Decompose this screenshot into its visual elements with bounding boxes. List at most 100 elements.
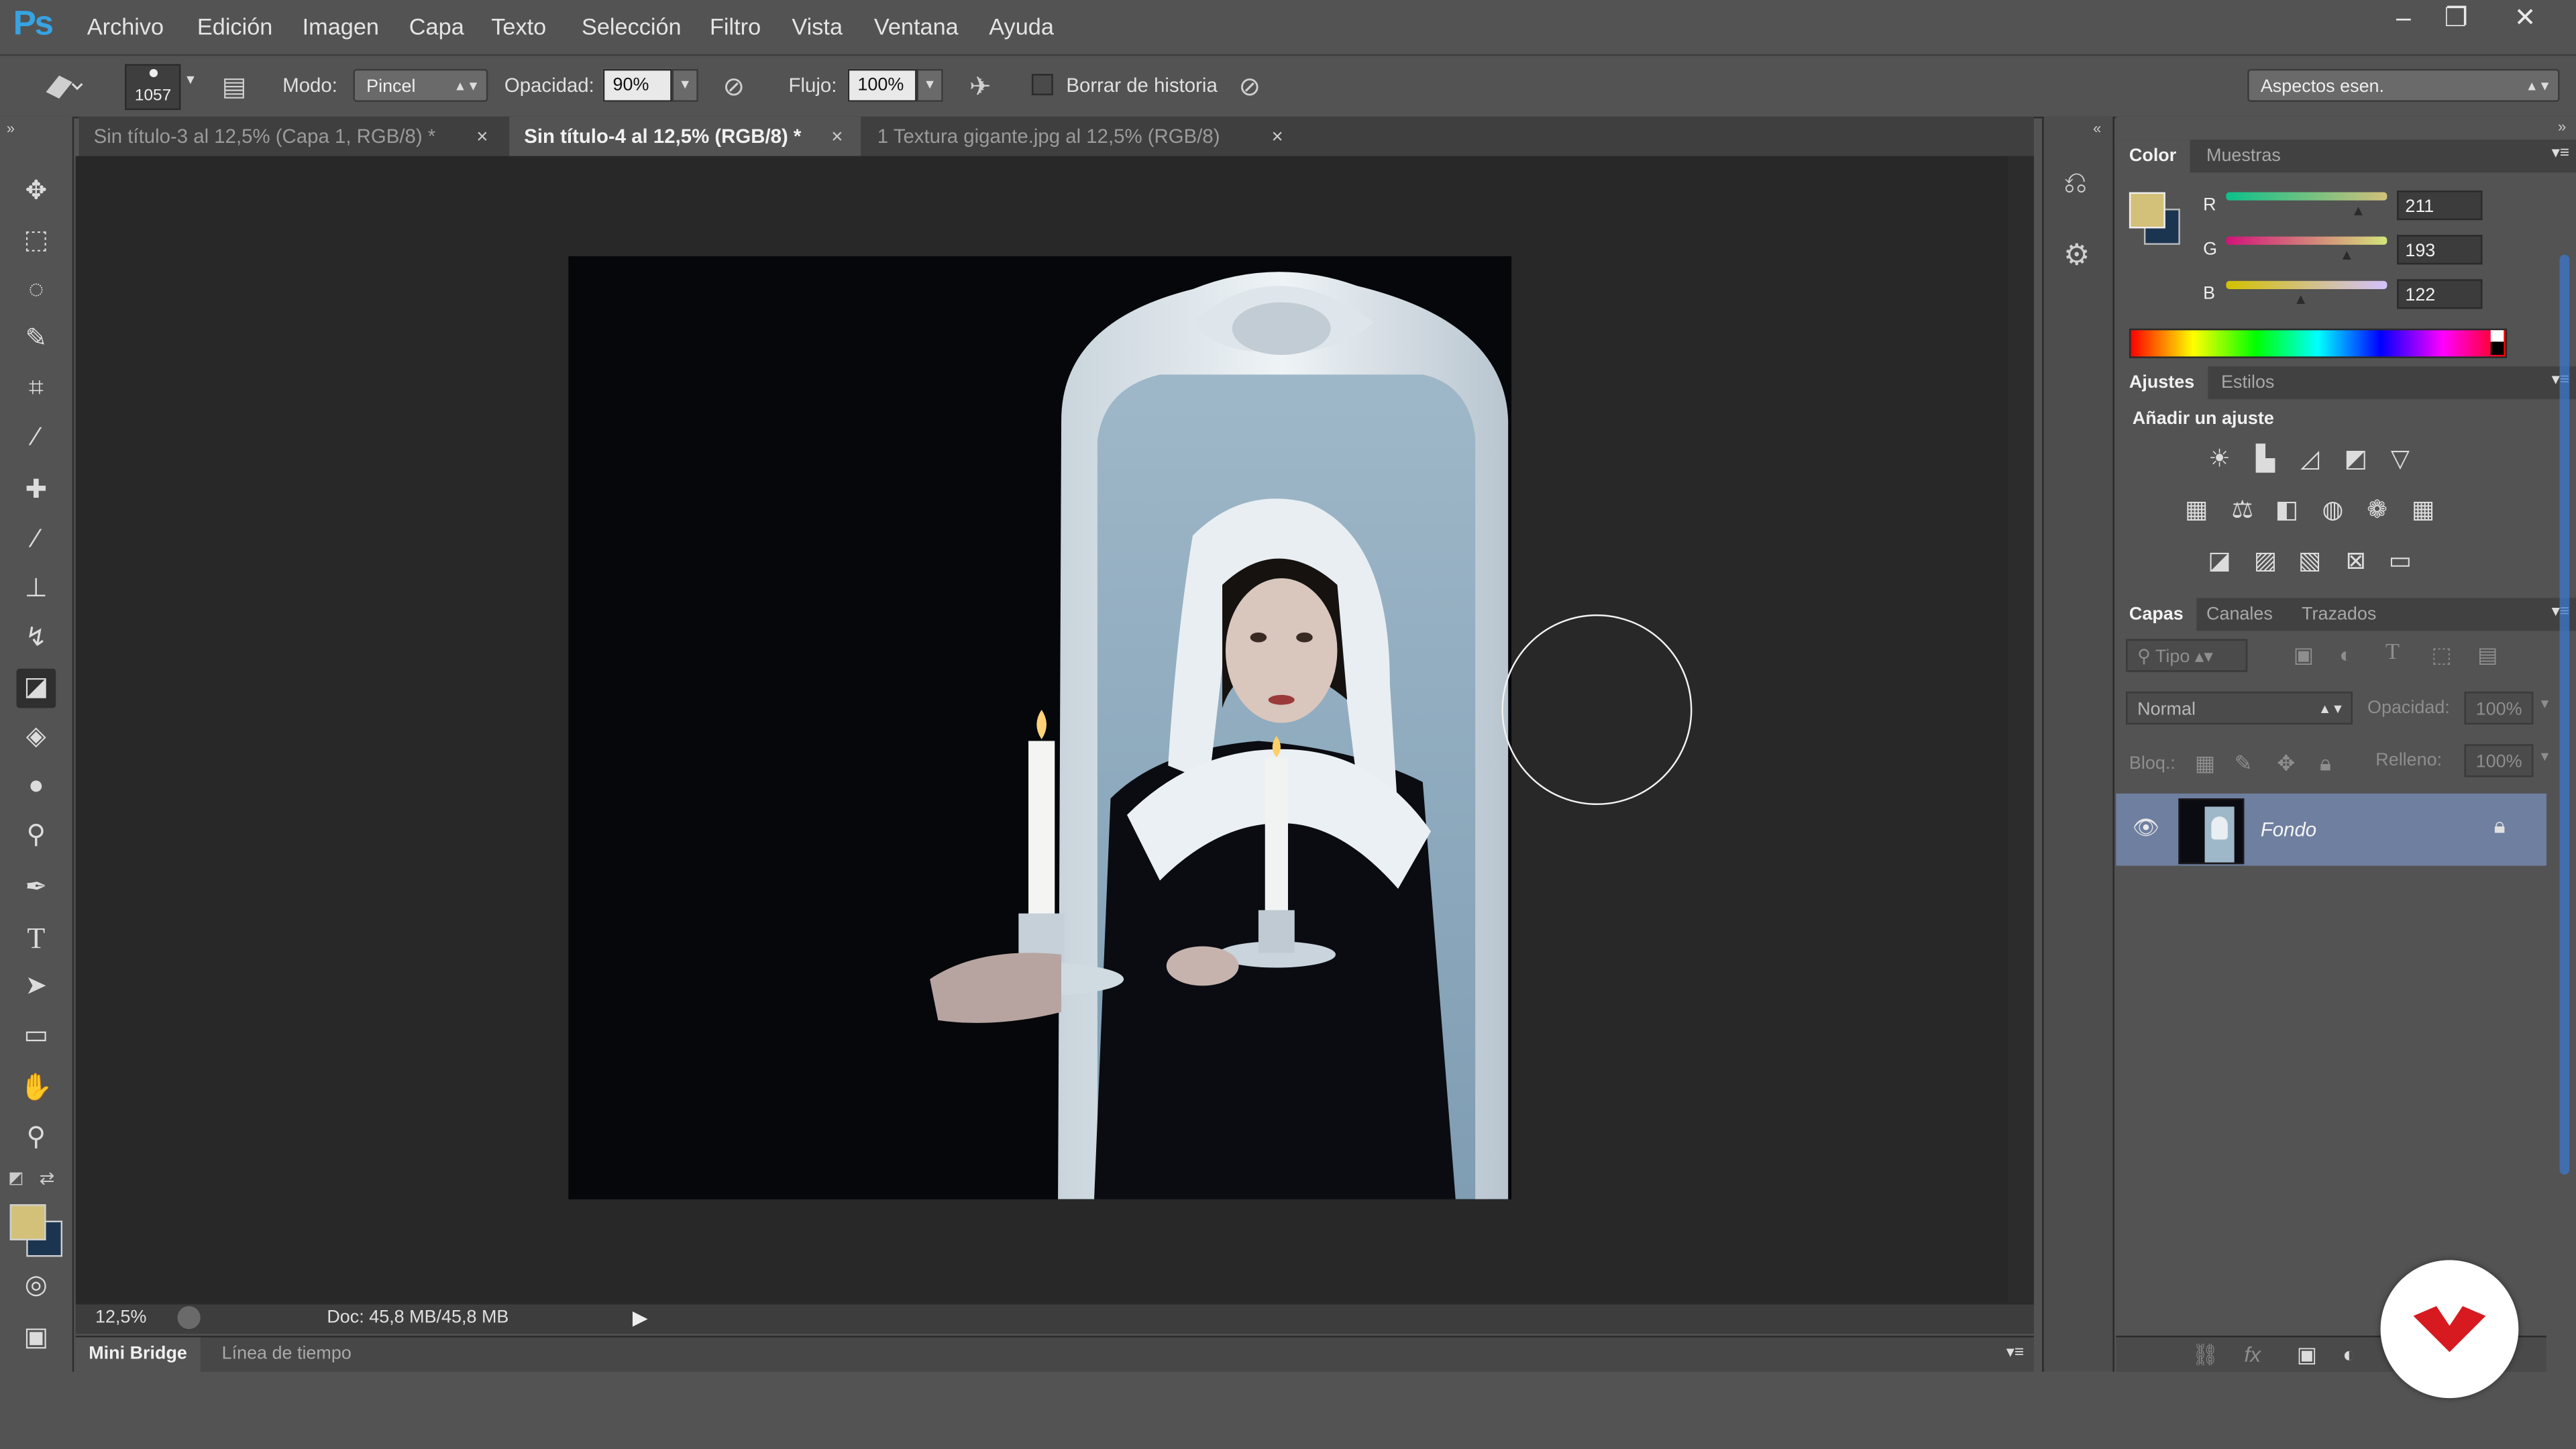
tab-ajustes[interactable]: Ajustes <box>2116 366 2208 400</box>
fill-field[interactable]: 100% <box>2464 744 2534 777</box>
gradient-map-icon[interactable]: ▭ <box>2382 544 2418 580</box>
levels-icon[interactable]: ▙ <box>2247 442 2284 478</box>
erase-history-checkbox[interactable] <box>1031 74 1053 96</box>
zoom-tool-icon[interactable]: ⚲ <box>16 1119 56 1159</box>
tab-linea-de-tiempo[interactable]: Línea de tiempo <box>222 1337 352 1371</box>
layer-opacity-field[interactable]: 100% <box>2464 692 2534 725</box>
panel-menu-icon[interactable]: ▾≡ <box>2006 1344 2025 1362</box>
tab-estilos[interactable]: Estilos <box>2208 366 2288 399</box>
collapse-arrows-icon[interactable]: » <box>7 120 15 136</box>
g-field[interactable]: 193 <box>2397 235 2483 265</box>
dodge-tool-icon[interactable]: ⚲ <box>16 816 56 856</box>
tab-mini-bridge[interactable]: Mini Bridge <box>75 1337 201 1372</box>
tab-trazados[interactable]: Trazados <box>2288 598 2389 631</box>
color-lookup-icon[interactable]: ▦ <box>2405 493 2441 529</box>
close-button[interactable]: ✕ <box>2504 3 2546 36</box>
brightness-icon[interactable]: ☀ <box>2202 442 2238 478</box>
brush-panel-icon[interactable]: ▤ <box>222 70 247 103</box>
workspace-select[interactable]: Aspectos esen. ▲▼ <box>2247 68 2560 102</box>
menu-filtro[interactable]: Filtro <box>710 13 761 40</box>
slider-thumb-icon[interactable]: ▲ <box>2294 290 2308 307</box>
minimize-button[interactable]: – <box>2382 3 2425 36</box>
path-selection-tool-icon[interactable]: ➤ <box>16 967 56 1007</box>
threshold-icon[interactable]: ▧ <box>2292 544 2328 580</box>
pen-tool-icon[interactable]: ✒ <box>16 869 56 909</box>
eyedropper-tool-icon[interactable]: ⁄ <box>16 419 56 458</box>
panel-scrollbar[interactable] <box>2559 254 2570 1175</box>
type-tool-icon[interactable]: T <box>16 918 56 958</box>
black-white-icon[interactable]: ◧ <box>2269 493 2305 529</box>
filter-pixel-icon[interactable]: ▣ <box>2294 643 2314 669</box>
menu-seleccion[interactable]: Selección <box>582 13 682 40</box>
move-tool-icon[interactable]: ✥ <box>16 172 56 212</box>
link-layers-icon[interactable]: ⛓︎ <box>2192 1342 2218 1368</box>
brush-tool-icon[interactable]: ∕ <box>16 521 56 560</box>
crop-tool-icon[interactable]: ⌗ <box>16 370 56 409</box>
opacity-slider-toggle[interactable]: ▼ <box>672 68 698 102</box>
layer-row-fondo[interactable]: 👁︎ Fondo 🔒︎ <box>2116 793 2546 866</box>
close-icon[interactable]: × <box>1272 117 1283 156</box>
filter-shape-icon[interactable]: ⬚ <box>2432 643 2452 669</box>
chevron-down-icon[interactable]: ▼ <box>184 72 197 87</box>
lock-transparency-icon[interactable]: ▦ <box>2195 751 2215 777</box>
swap-colors-icon[interactable]: ⇄ <box>40 1168 55 1189</box>
quick-selection-tool-icon[interactable]: ✎ <box>16 321 56 360</box>
b-field[interactable]: 122 <box>2397 279 2483 309</box>
eraser-tool-icon[interactable]: ◪ <box>16 668 56 708</box>
slider-thumb-icon[interactable]: ▲ <box>2339 246 2354 262</box>
collapse-arrows-icon[interactable]: « <box>2093 120 2101 136</box>
new-adjustment-icon[interactable]: ◐ <box>2343 1342 2355 1367</box>
menu-texto[interactable]: Texto <box>491 13 546 40</box>
play-arrow-icon[interactable]: ▶ <box>633 1306 648 1329</box>
close-icon[interactable]: × <box>476 117 488 156</box>
panel-menu-icon[interactable]: ▾≡ <box>2552 145 2570 163</box>
r-slider[interactable] <box>2226 192 2387 201</box>
pressure-opacity-icon[interactable]: ⊘ <box>723 70 745 103</box>
clone-stamp-tool-icon[interactable]: ⊥ <box>16 570 56 610</box>
channel-mixer-icon[interactable]: ❁ <box>2359 493 2396 529</box>
menu-archivo[interactable]: Archivo <box>87 13 164 40</box>
lock-pixels-icon[interactable]: ✎ <box>2235 751 2253 777</box>
lasso-tool-icon[interactable]: ◌ <box>16 271 56 311</box>
color-spectrum-bar[interactable] <box>2129 328 2508 358</box>
tab-muestras[interactable]: Muestras <box>2193 140 2294 172</box>
posterize-icon[interactable]: ▨ <box>2247 544 2284 580</box>
eraser-tool-preset[interactable] <box>36 66 85 105</box>
g-slider[interactable] <box>2226 236 2387 245</box>
lock-position-icon[interactable]: ✥ <box>2277 751 2295 777</box>
exposure-icon[interactable]: ◩ <box>2338 442 2374 478</box>
photo-filter-icon[interactable]: ◍ <box>2315 493 2351 529</box>
brush-size-picker[interactable]: 1057 <box>125 64 181 111</box>
flow-slider-toggle[interactable]: ▼ <box>916 68 943 102</box>
blur-tool-icon[interactable]: ● <box>16 767 56 807</box>
add-mask-icon[interactable]: ▣ <box>2297 1342 2317 1368</box>
zoom-level[interactable]: 12,5% <box>95 1307 146 1327</box>
marquee-tool-icon[interactable]: ⬚ <box>16 222 56 262</box>
history-brush-tool-icon[interactable]: ↯ <box>16 619 56 659</box>
default-colors-icon[interactable]: ◩ <box>8 1170 23 1188</box>
airbrush-icon[interactable]: ✈ <box>969 70 991 103</box>
properties-panel-icon[interactable]: ⚙ <box>2063 238 2090 272</box>
chevron-down-icon[interactable]: ▼ <box>2538 749 2551 764</box>
screen-mode-icon[interactable]: ▣ <box>16 1320 56 1359</box>
selective-color-icon[interactable]: ⊠ <box>2338 544 2374 580</box>
slider-thumb-icon[interactable]: ▲ <box>2351 202 2366 218</box>
history-panel-icon[interactable]: ⎌ <box>2063 166 2087 200</box>
white-swatch[interactable] <box>2490 330 2504 342</box>
tab-capas[interactable]: Capas <box>2116 598 2197 631</box>
document-canvas[interactable] <box>568 256 1512 1199</box>
filter-adjust-icon[interactable]: ◐ <box>2339 643 2352 667</box>
paint-bucket-tool-icon[interactable]: ◈ <box>16 718 56 757</box>
color-balance-icon[interactable]: ⚖ <box>2224 493 2261 529</box>
lock-all-icon[interactable]: 🔒︎ <box>2320 751 2331 777</box>
menu-edicion[interactable]: Edición <box>197 13 272 40</box>
menu-ayuda[interactable]: Ayuda <box>989 13 1054 40</box>
fx-icon[interactable]: fx <box>2244 1342 2261 1367</box>
rectangle-tool-icon[interactable]: ▭ <box>16 1017 56 1057</box>
healing-brush-tool-icon[interactable]: ✚ <box>16 472 56 511</box>
menu-vista[interactable]: Vista <box>792 13 843 40</box>
layer-filter-select[interactable]: ⚲ Tipo ▴▾ <box>2126 639 2248 672</box>
tab-textura-gigante[interactable]: 1 Textura gigante.jpg al 12,5% (RGB/8) × <box>863 117 1299 156</box>
hue-saturation-icon[interactable]: ▦ <box>2178 493 2214 529</box>
foreground-color-swatch[interactable] <box>9 1204 46 1240</box>
